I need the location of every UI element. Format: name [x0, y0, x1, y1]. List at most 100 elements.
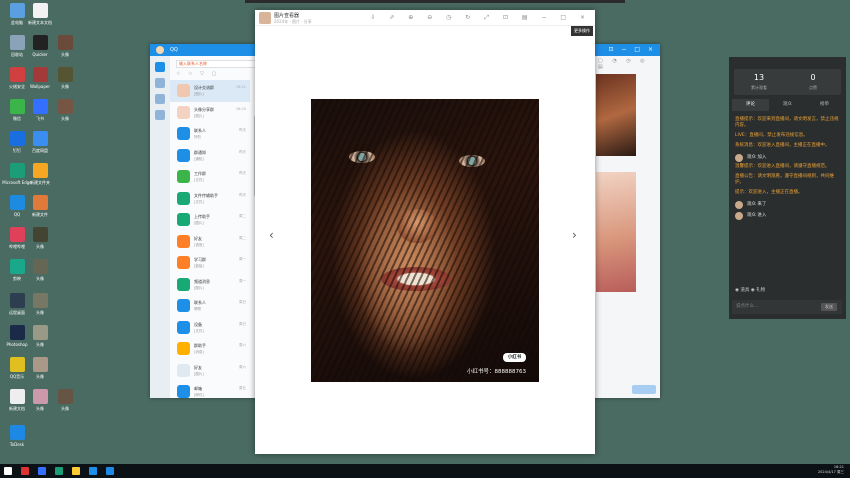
conversation-preview: [邮件] [194, 393, 204, 397]
live-panel-tabs: 评论 观众 榜单 [732, 99, 843, 111]
system-clock[interactable]: 16:21 2024/4/17 周三 [818, 465, 844, 475]
taskbar: 16:21 2024/4/17 周三 [0, 464, 850, 478]
conversation-preview: [图片] [194, 221, 204, 225]
conversation-preview: [语音] [194, 242, 204, 247]
desktop-app-icon [32, 259, 48, 274]
desktop-shortcut-label: 百度网盘 [32, 148, 48, 153]
desktop-shortcut-label: 头像 [61, 116, 69, 121]
taskbar-app-icon[interactable] [89, 467, 97, 475]
desktop-shortcut[interactable]: ToDesk [2, 425, 32, 457]
desktop-shortcut[interactable]: 百度网盘 [25, 131, 55, 163]
desktop-app-icon [9, 67, 25, 82]
space-icon[interactable] [155, 94, 165, 104]
messages-icon[interactable] [155, 62, 165, 72]
desktop-app-icon [9, 389, 25, 404]
start-button-icon[interactable] [4, 467, 12, 475]
more-actions-tooltip: 更多操作 [571, 26, 593, 36]
conversation-item[interactable]: 头像分享群 [图片] 16:20 [170, 102, 250, 124]
conversation-item[interactable]: 联系人 嗯嗯 周日 [170, 295, 250, 317]
desktop-shortcut-label: 头像 [36, 310, 44, 315]
live-tab[interactable]: 观众 [769, 99, 806, 111]
likes-count: 0 [810, 73, 816, 82]
previous-image-arrow-icon[interactable]: ‹ [269, 228, 274, 242]
conversation-item[interactable]: 好友 [语音] 周二 [170, 231, 250, 253]
conversation-item[interactable]: 邮箱 [邮件] 周五 [170, 381, 250, 403]
taskbar-app-icon[interactable] [21, 467, 29, 475]
desktop-app-icon [57, 99, 73, 114]
conversation-item[interactable]: 好友 [图片] 周六 [170, 360, 250, 382]
viewer-toolbar[interactable]: ⇩ ⇗ ⊕ ⊖ ◷ ↻ ⤢ ⊡ ▤ − □ × [370, 14, 591, 22]
conversation-avatar [177, 84, 190, 97]
contact-search-input[interactable]: 输入联系人名称 [176, 60, 256, 68]
chat-window-controls[interactable]: ⊡ − □ × [595, 44, 660, 56]
conversation-preview: [文件] [194, 328, 204, 333]
desktop-shortcut[interactable]: 新建文件 [25, 195, 55, 227]
desktop-app-icon [9, 163, 25, 178]
desktop-shortcut-label: 头像 [36, 244, 44, 249]
xiaohongshu-watermark-logo: 小红书 [503, 353, 526, 362]
conversation-item[interactable]: 文件传输助手 [文件] 昨天 [170, 188, 250, 210]
conversation-item[interactable]: 工作群 [文件] 昨天 [170, 166, 250, 188]
conversation-list: 设计交流群 [图片] 16:21 头像分享群 [图片] 16:20 联系人 好的 昨天 群通知 [通… [170, 80, 250, 403]
desktop-app-icon [32, 195, 48, 210]
desktop-shortcut[interactable]: 新建文本文档 [25, 3, 55, 35]
more-apps-icon[interactable] [155, 110, 165, 120]
conversation-preview: 好的 [194, 135, 201, 139]
conversation-item[interactable]: 上传助手 [图片] 周二 [170, 209, 250, 231]
desktop-shortcut[interactable]: 头像 [50, 67, 80, 99]
conversation-item[interactable]: 设计交流群 [图片] 16:21 [170, 80, 250, 102]
desktop-shortcut[interactable]: 头像 [50, 35, 80, 67]
desktop-shortcut[interactable]: 头像 [50, 389, 80, 421]
conversation-item[interactable]: 群通知 [通知] 昨天 [170, 145, 250, 167]
chat-image-message[interactable] [596, 74, 636, 156]
desktop-app-icon [32, 325, 48, 340]
live-tab[interactable]: 榜单 [806, 99, 843, 111]
desktop-app-icon [9, 227, 25, 242]
desktop-shortcut[interactable]: 头像 [25, 357, 55, 389]
desktop-shortcut[interactable]: 头像 [25, 325, 55, 357]
live-comment-list: 直播提示：欢迎来到直播间，请文明发言，禁止违规内容。 LIVE：直播间，禁止发布违… [735, 117, 841, 222]
taskbar-app-icon[interactable] [55, 467, 63, 475]
taskbar-app-icon[interactable] [106, 467, 114, 475]
chat-image-message[interactable] [596, 172, 636, 292]
desktop-shortcut[interactable]: 头像 [25, 293, 55, 325]
user-avatar[interactable] [156, 46, 164, 54]
conversation-time: 周一 [239, 257, 246, 261]
desktop-shortcut[interactable]: 头像 [25, 227, 55, 259]
conversation-name: 邮箱 [194, 386, 202, 391]
live-tab[interactable]: 评论 [732, 99, 769, 111]
taskbar-app-icon[interactable] [38, 467, 46, 475]
desktop-shortcut[interactable]: 头像 [25, 259, 55, 291]
viewer-join-message: 观众 来了 [735, 200, 841, 209]
conversation-avatar [177, 385, 190, 398]
desktop-app-icon [32, 227, 48, 242]
chat-toolbar[interactable]: ▢ ◔ ◷ ◎ ▤ [595, 58, 660, 70]
conversation-avatar [177, 127, 190, 140]
portrait-photo[interactable] [311, 99, 539, 382]
chat-send-button[interactable] [632, 385, 656, 394]
system-notice: 直播提示：欢迎来到直播间，请文明发言，禁止违规内容。 [735, 117, 839, 128]
live-send-button[interactable]: 发送 [821, 303, 837, 311]
contacts-icon[interactable] [155, 78, 165, 88]
live-actions[interactable]: ◉ 道具 ◉ 礼物 [735, 287, 765, 293]
live-comment-input[interactable]: 说点什么... 发送 [732, 300, 842, 314]
conversation-item[interactable]: 联系人 好的 昨天 [170, 123, 250, 145]
conversation-name: 联系人 [194, 300, 206, 305]
desktop-shortcut-label: 头像 [36, 374, 44, 379]
conversation-item[interactable]: 设备 [文件] 周日 [170, 317, 250, 339]
conversation-name: 学习群 [194, 257, 206, 262]
conversation-item[interactable]: 频道消息 [图片] 周一 [170, 274, 250, 296]
conversation-item[interactable]: 学习群 [链接] 周一 [170, 252, 250, 274]
desktop-shortcut[interactable]: 头像 [50, 99, 80, 131]
next-image-arrow-icon[interactable]: › [572, 228, 577, 242]
viewer-title-bar[interactable]: 图片查看器 2024年 · 图片 · 分享 ⇩ ⇗ ⊕ ⊖ ◷ ↻ ⤢ ⊡ ▤ … [255, 10, 595, 26]
desktop-app-icon [32, 163, 48, 178]
viewer-join-text: 观众 进入 [747, 213, 767, 218]
desktop-shortcut[interactable]: 新建文件夹 [25, 163, 55, 195]
desktop-shortcut-label: 头像 [36, 276, 44, 281]
taskbar-app-icon[interactable] [72, 467, 80, 475]
conversation-tools[interactable]: ☆ ☆ ▽ ▢ [176, 71, 219, 77]
chat-window-title: QQ [170, 47, 178, 53]
conversation-item[interactable]: 群助手 [消息] 周六 [170, 338, 250, 360]
desktop-app-icon [32, 389, 48, 404]
